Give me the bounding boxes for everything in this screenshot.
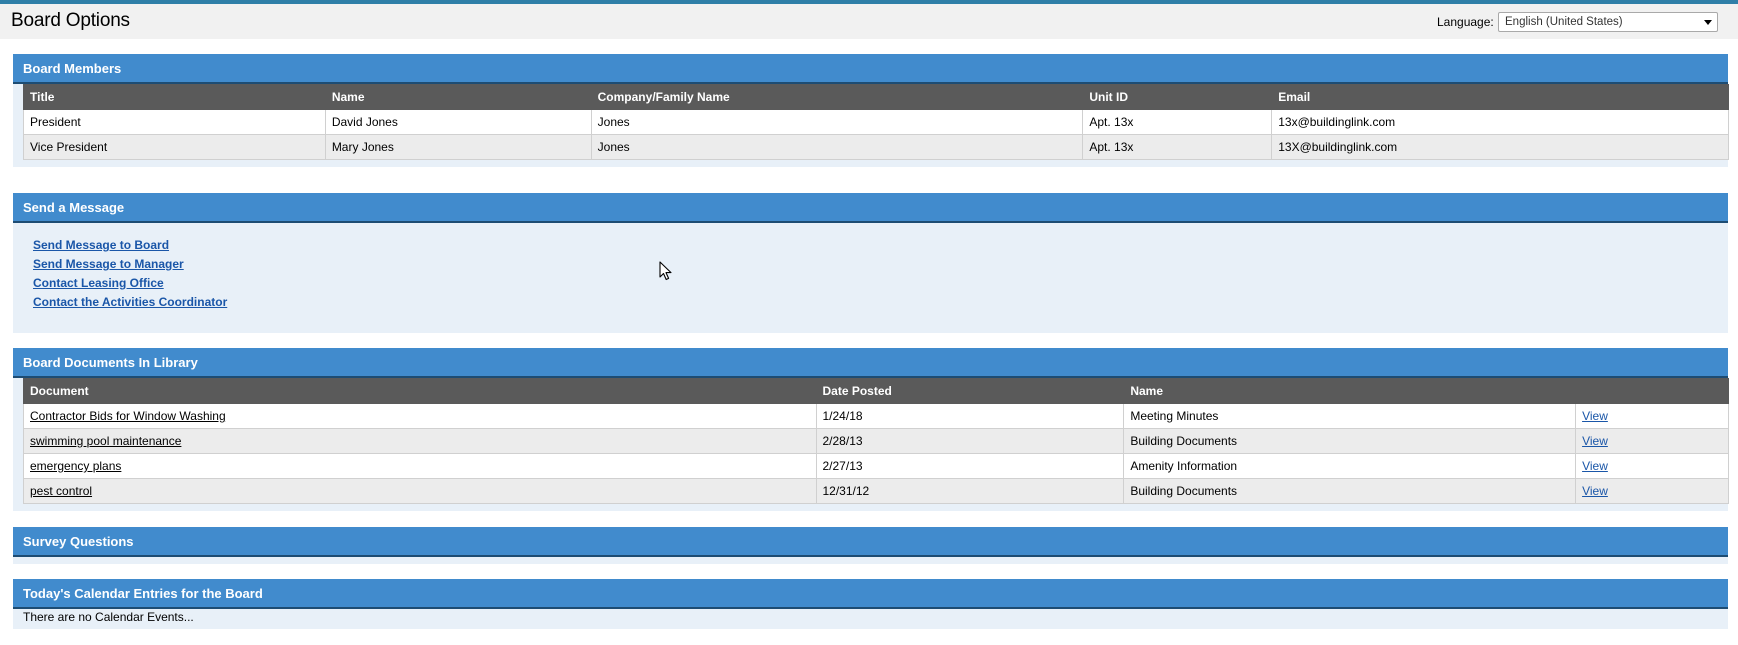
date-posted: 1/24/18: [815, 403, 1125, 429]
column-header: Name: [324, 84, 592, 110]
member-company: Jones: [590, 109, 1084, 135]
section-title: Board Documents In Library: [23, 355, 198, 370]
view-link[interactable]: View: [1582, 434, 1608, 448]
send-message-section: Send a Message Send Message to Board Sen…: [13, 193, 1728, 333]
section-title: Send a Message: [23, 200, 125, 215]
message-links: Send Message to Board Send Message to Ma…: [33, 236, 227, 312]
document-category: Amenity Information: [1123, 453, 1577, 479]
column-header: Unit ID: [1082, 84, 1273, 110]
document-category: Building Documents: [1123, 428, 1577, 454]
section-title: Survey Questions: [23, 534, 134, 549]
chevron-down-icon: [1704, 20, 1712, 25]
contact-leasing-office-link[interactable]: Contact Leasing Office: [33, 274, 227, 293]
date-posted: 2/27/13: [815, 453, 1125, 479]
document-link[interactable]: pest control: [30, 484, 92, 498]
page-header: Board Options Language: English (United …: [0, 4, 1738, 39]
section-header: Board Documents In Library: [13, 348, 1728, 378]
document-link[interactable]: emergency plans: [30, 459, 121, 473]
column-header: Document: [23, 378, 817, 404]
send-message-to-manager-link[interactable]: Send Message to Manager: [33, 255, 227, 274]
view-link[interactable]: View: [1582, 409, 1608, 423]
section-header: Survey Questions: [13, 527, 1728, 557]
table-row: emergency plans 2/27/13 Amenity Informat…: [23, 453, 1729, 479]
column-header: [1575, 378, 1729, 404]
column-header: Title: [23, 84, 326, 110]
section-header: Today's Calendar Entries for the Board: [13, 579, 1728, 609]
table-header-row: Title Name Company/Family Name Unit ID E…: [23, 84, 1729, 110]
date-posted: 12/31/12: [815, 478, 1125, 504]
table-header-row: Document Date Posted Name: [23, 378, 1729, 404]
member-name: David Jones: [324, 109, 592, 135]
table-row: Contractor Bids for Window Washing 1/24/…: [23, 403, 1729, 429]
calendar-section: Today's Calendar Entries for the Board T…: [13, 579, 1728, 629]
member-email: 13x@buildinglink.com: [1271, 109, 1729, 135]
column-header: Date Posted: [815, 378, 1125, 404]
view-link[interactable]: View: [1582, 459, 1608, 473]
member-title: President: [23, 109, 326, 135]
member-name: Mary Jones: [324, 134, 592, 160]
member-email: 13X@buildinglink.com: [1271, 134, 1729, 160]
table-row: swimming pool maintenance 2/28/13 Buildi…: [23, 428, 1729, 454]
document-category: Meeting Minutes: [1123, 403, 1577, 429]
member-unit: Apt. 13x: [1082, 109, 1273, 135]
member-company: Jones: [590, 134, 1084, 160]
board-documents-section: Board Documents In Library Document Date…: [13, 348, 1729, 511]
page-title: Board Options: [11, 10, 130, 31]
survey-questions-section: Survey Questions: [13, 527, 1728, 564]
board-members-table: Title Name Company/Family Name Unit ID E…: [23, 84, 1729, 160]
document-link[interactable]: swimming pool maintenance: [30, 434, 181, 448]
document-category: Building Documents: [1123, 478, 1577, 504]
documents-table: Document Date Posted Name Contractor Bid…: [23, 378, 1729, 504]
view-link[interactable]: View: [1582, 484, 1608, 498]
language-select[interactable]: English (United States): [1498, 12, 1718, 32]
member-title: Vice President: [23, 134, 326, 160]
table-row: pest control 12/31/12 Building Documents…: [23, 478, 1729, 504]
language-label: Language:: [1437, 15, 1494, 29]
column-header: Email: [1271, 84, 1729, 110]
table-row: Vice President Mary Jones Jones Apt. 13x…: [23, 134, 1729, 160]
table-row: President David Jones Jones Apt. 13x 13x…: [23, 109, 1729, 135]
board-members-section: Board Members Title Name Company/Family …: [13, 54, 1729, 167]
section-title: Today's Calendar Entries for the Board: [23, 586, 263, 601]
section-header: Send a Message: [13, 193, 1728, 223]
no-events-message: There are no Calendar Events...: [23, 610, 194, 624]
member-unit: Apt. 13x: [1082, 134, 1273, 160]
section-title: Board Members: [23, 61, 122, 76]
mouse-pointer-icon: [659, 261, 672, 281]
column-header: Name: [1123, 378, 1577, 404]
section-header: Board Members: [13, 54, 1728, 84]
column-header: Company/Family Name: [590, 84, 1084, 110]
contact-activities-coordinator-link[interactable]: Contact the Activities Coordinator: [33, 293, 227, 312]
date-posted: 2/28/13: [815, 428, 1125, 454]
send-message-to-board-link[interactable]: Send Message to Board: [33, 236, 227, 255]
document-link[interactable]: Contractor Bids for Window Washing: [30, 409, 226, 423]
language-selected-value: English (United States): [1505, 16, 1623, 28]
